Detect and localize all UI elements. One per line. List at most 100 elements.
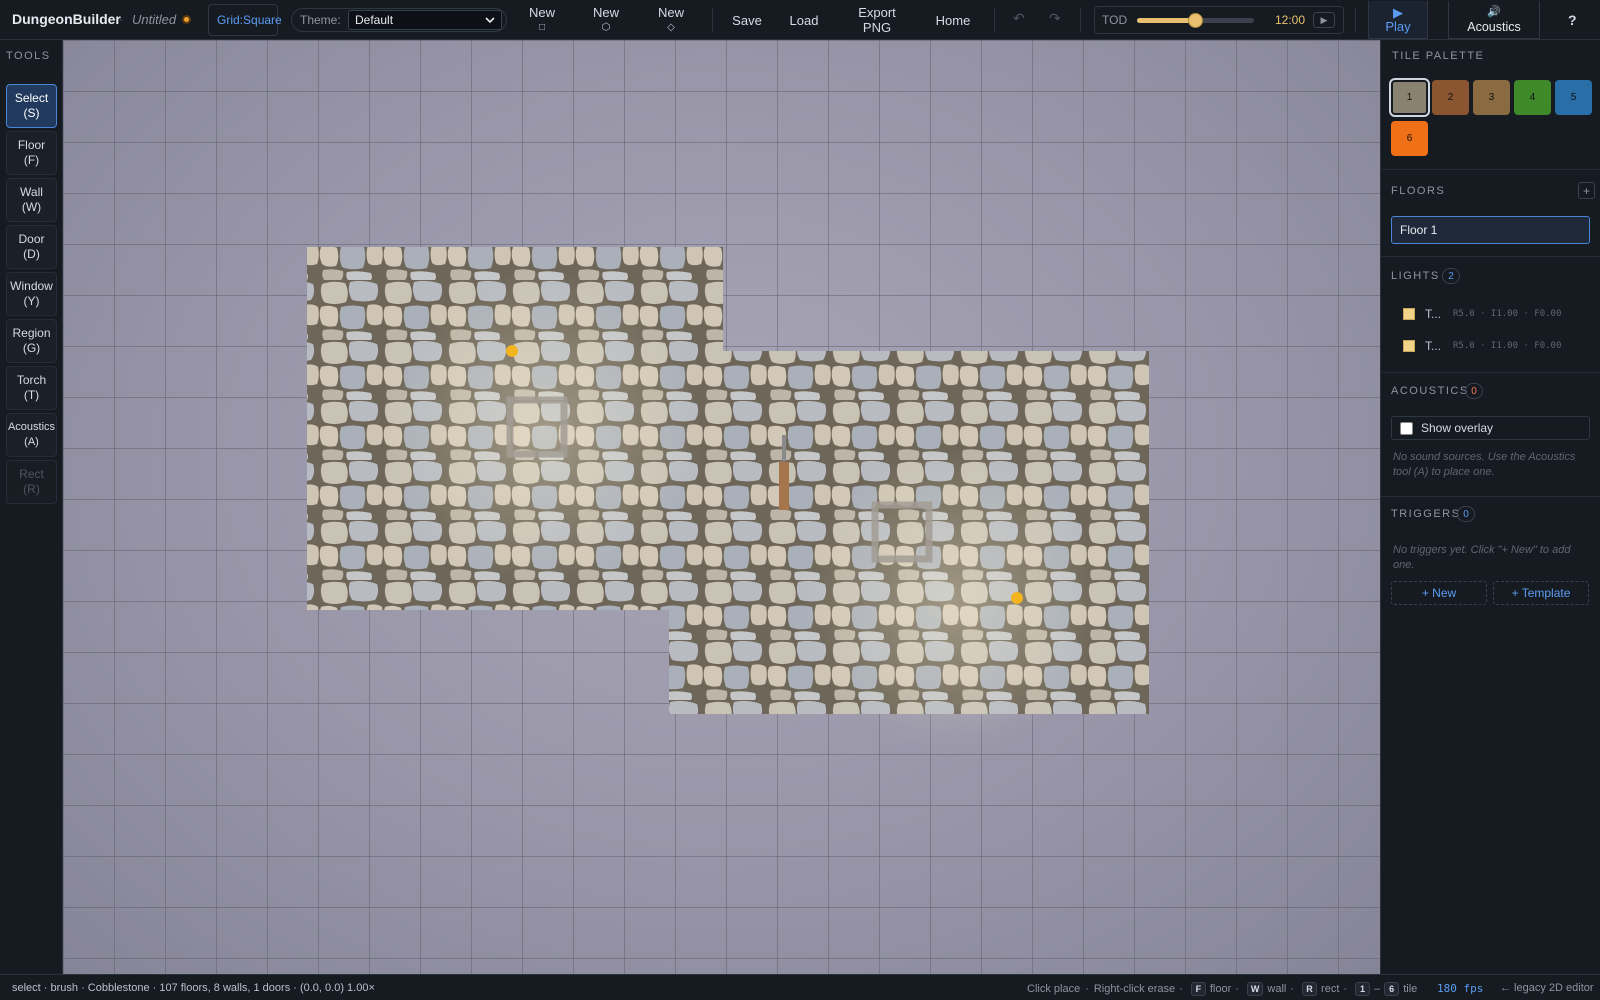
- undo-icon[interactable]: ↶: [1013, 10, 1025, 27]
- light-params: R5.0 · I1.00 · F0.00: [1453, 341, 1562, 351]
- new-diamond-map-button[interactable]: New ◇: [652, 4, 690, 36]
- play-label: Play: [1385, 18, 1411, 34]
- toolbar-divider: [712, 8, 713, 32]
- torch-light-glow: [803, 450, 1103, 750]
- theme-select[interactable]: Default: [348, 10, 502, 30]
- acoustics-label: Acoustics: [1467, 19, 1521, 34]
- section-divider: [1380, 372, 1600, 373]
- tool-label: Wall: [20, 185, 43, 199]
- redo-icon[interactable]: ↷: [1049, 10, 1061, 27]
- show-overlay-checkbox[interactable]: [1400, 421, 1413, 435]
- show-overlay-label: Show overlay: [1421, 421, 1494, 435]
- tile-swatch-3[interactable]: 3: [1473, 80, 1510, 115]
- tod-slider-handle[interactable]: [1188, 13, 1203, 28]
- acoustics-mode-button[interactable]: 🔊 Acoustics: [1448, 1, 1540, 39]
- tool-shortcut: (F): [23, 153, 40, 167]
- tool-acoustics[interactable]: Acoustics (A): [6, 413, 57, 457]
- toolbar-divider: [1355, 8, 1356, 32]
- tile-swatch-label: 4: [1529, 92, 1536, 103]
- light-list-item[interactable]: T... R5.0 · I1.00 · F0.00: [1391, 301, 1590, 327]
- tod-time-readout: 12:00: [1275, 13, 1306, 27]
- tile-swatch-2[interactable]: 2: [1432, 80, 1469, 115]
- hint-separator: ·: [1085, 983, 1089, 995]
- acoustics-empty-hint: No sound sources. Use the Acoustics tool…: [1393, 451, 1576, 478]
- export-label-line2: PNG: [862, 20, 892, 35]
- key-floor: F: [1190, 982, 1206, 996]
- torch-light-glow: [383, 270, 703, 590]
- tile-swatch-label: 3: [1488, 92, 1495, 103]
- key-rect: R: [1302, 982, 1318, 996]
- acoustics-count-badge: 0: [1465, 383, 1483, 399]
- tool-sidebar: TOOLS Select (S) Floor (F) Wall (W) Door…: [0, 40, 63, 974]
- section-divider: [1380, 496, 1600, 497]
- wall-segment[interactable]: [782, 435, 786, 461]
- floor-list-item[interactable]: Floor 1: [1391, 216, 1590, 244]
- grid-type-button[interactable]: Grid: Square: [208, 4, 282, 36]
- tile-swatch-5[interactable]: 5: [1555, 80, 1592, 115]
- tool-shortcut: (G): [22, 341, 41, 355]
- tile-swatch-label: 5: [1570, 92, 1577, 103]
- play-mode-button[interactable]: ▶ Play: [1368, 1, 1428, 39]
- hexagon-icon: ⬡: [601, 22, 611, 33]
- legacy-editor-link[interactable]: ← legacy 2D editor: [1500, 982, 1594, 994]
- load-button[interactable]: Load: [784, 4, 824, 36]
- tool-select[interactable]: Select (S): [6, 84, 57, 128]
- theme-label: Theme:: [300, 13, 341, 27]
- torch-marker[interactable]: [506, 345, 518, 357]
- help-button[interactable]: ?: [1568, 12, 1577, 28]
- hint-rect: rect: [1321, 983, 1340, 995]
- tool-torch[interactable]: Torch (T): [6, 366, 57, 410]
- show-overlay-toggle[interactable]: Show overlay: [1391, 416, 1590, 440]
- tool-label: Floor: [17, 138, 46, 152]
- square-icon: □: [538, 22, 546, 33]
- status-hints: Click place · Right-click erase · F floo…: [1027, 982, 1417, 996]
- home-button[interactable]: Home: [930, 4, 976, 36]
- grid-value: Square: [243, 12, 282, 27]
- tool-label: Acoustics: [7, 421, 56, 433]
- tool-rect[interactable]: Rect (R): [6, 460, 57, 504]
- tool-label: Select: [14, 91, 49, 105]
- light-list-item[interactable]: T... R5.0 · I1.00 · F0.00: [1391, 333, 1590, 359]
- new-hex-label: New: [592, 5, 619, 20]
- tile-swatch-6[interactable]: 6: [1391, 121, 1428, 156]
- tile-swatch-1[interactable]: 1: [1389, 78, 1430, 117]
- triggers-empty-hint: No triggers yet. Click "+ New" to add on…: [1393, 544, 1571, 571]
- tool-door[interactable]: Door (D): [6, 225, 57, 269]
- speaker-icon: 🔊: [1487, 5, 1501, 18]
- new-hex-map-button[interactable]: New ⬡: [587, 4, 625, 36]
- tile-swatch-label: 6: [1406, 133, 1413, 144]
- tool-floor[interactable]: Floor (F): [6, 131, 57, 175]
- map-canvas[interactable]: [63, 40, 1380, 974]
- tool-shortcut: (D): [23, 247, 40, 261]
- torch-marker[interactable]: [1011, 592, 1023, 604]
- top-bar: DungeonBuilder · Untitled Grid: Square T…: [0, 0, 1600, 40]
- inspector-panel: TILE PALETTE: [1380, 40, 1600, 974]
- save-button[interactable]: Save: [727, 4, 767, 36]
- add-floor-button[interactable]: +: [1578, 182, 1595, 199]
- diamond-icon: ◇: [667, 22, 675, 33]
- tool-shortcut: (S): [23, 106, 40, 120]
- triggers-count-badge: 0: [1457, 506, 1475, 522]
- trigger-template-button[interactable]: + Template: [1493, 581, 1589, 605]
- tod-play-button[interactable]: ▶: [1313, 12, 1335, 28]
- tool-region[interactable]: Region (G): [6, 319, 57, 363]
- tool-window[interactable]: Window (Y): [6, 272, 57, 316]
- tool-label: Region: [12, 326, 51, 340]
- tile-swatch-label: 1: [1406, 92, 1413, 103]
- map-drawing: [63, 40, 1380, 974]
- tile-palette-heading: TILE PALETTE: [1392, 50, 1485, 62]
- tool-label: Window: [10, 279, 53, 293]
- new-trigger-button[interactable]: + New: [1391, 581, 1487, 605]
- tool-shortcut: (W): [21, 200, 42, 214]
- new-square-map-button[interactable]: New □: [523, 4, 561, 36]
- status-bar: select · brush · Cobblestone · 107 floor…: [0, 974, 1600, 1000]
- new-square-label: New: [528, 5, 555, 20]
- lights-heading: LIGHTS: [1391, 270, 1440, 282]
- door[interactable]: [779, 462, 789, 510]
- export-png-button[interactable]: Export PNG: [851, 4, 903, 36]
- tool-label: Door: [18, 232, 45, 246]
- tool-wall[interactable]: Wall (W): [6, 178, 57, 222]
- acoustics-heading: ACOUSTICS: [1391, 385, 1469, 397]
- hint-separator: ·: [1343, 983, 1348, 995]
- tile-swatch-4[interactable]: 4: [1514, 80, 1551, 115]
